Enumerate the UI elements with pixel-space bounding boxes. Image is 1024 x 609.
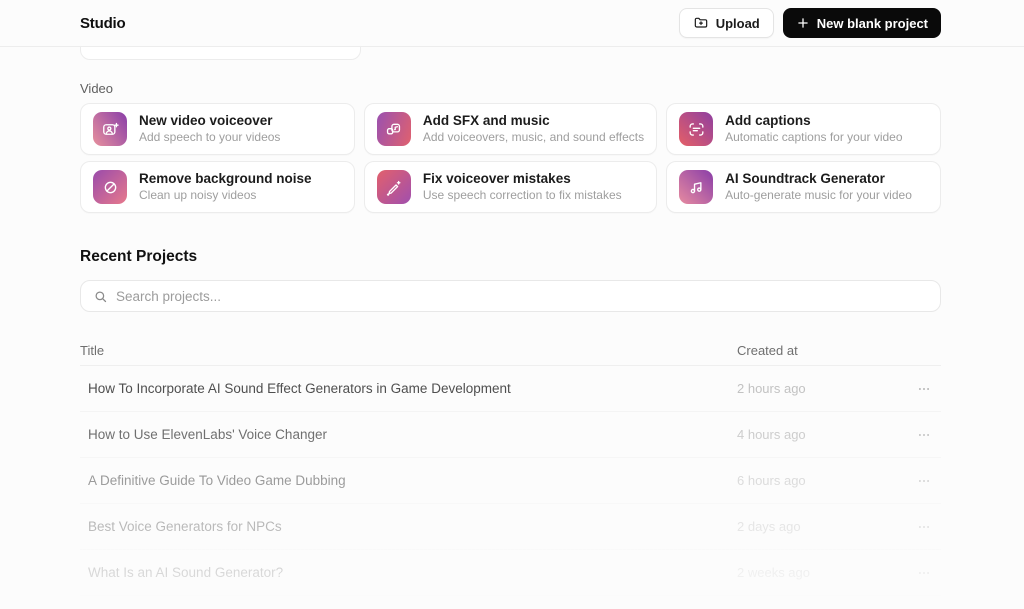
video-tool-card[interactable]: Add SFX and music Add voiceovers, music,…: [363, 103, 658, 155]
upload-button[interactable]: Upload: [678, 8, 774, 38]
new-blank-project-button[interactable]: New blank project: [782, 8, 941, 38]
upload-button-label: Upload: [715, 15, 760, 31]
noise-removal-icon: [93, 170, 127, 204]
card-title: Add SFX and music: [422, 112, 550, 128]
video-voiceover-icon: [93, 112, 127, 146]
ellipsis-icon: [918, 387, 930, 390]
project-created-at: 2 weeks ago: [737, 565, 810, 580]
projects-table: Title Created at How To Incorporate AI S…: [80, 335, 941, 596]
column-header-title: Title: [80, 342, 105, 358]
project-title: A Definitive Guide To Video Game Dubbing: [88, 473, 346, 488]
project-row[interactable]: How To Incorporate AI Sound Effect Gener…: [80, 366, 941, 412]
new-blank-project-label: New blank project: [816, 15, 928, 31]
card-title: Remove background noise: [139, 170, 312, 186]
video-cards-grid: New video voiceover Add speech to your v…: [80, 103, 941, 213]
card-subtitle: Auto-generate music for your video: [725, 187, 912, 202]
row-menu-button[interactable]: [907, 515, 931, 539]
card-subtitle: Clean up noisy videos: [139, 187, 257, 202]
project-created-at: 4 hours ago: [737, 427, 806, 442]
project-created-at: 2 hours ago: [737, 381, 806, 396]
page-title: Studio: [80, 14, 126, 32]
project-created-at: 6 hours ago: [737, 473, 806, 488]
card-subtitle: Automatic captions for your video: [725, 129, 903, 144]
soundtrack-icon: [679, 170, 714, 204]
sfx-music-icon: [376, 112, 411, 146]
column-header-created-at: Created at: [737, 342, 798, 358]
recent-projects-heading: Recent Projects: [80, 248, 198, 265]
header-actions: Upload New blank project: [678, 8, 941, 38]
card-subtitle: Add speech to your videos: [139, 129, 281, 144]
row-menu-button[interactable]: [907, 561, 931, 585]
card-title: AI Soundtrack Generator: [725, 170, 885, 186]
header: Studio Upload New blank project: [0, 0, 1024, 47]
row-menu-button[interactable]: [907, 377, 931, 401]
project-title: How to Use ElevenLabs' Voice Changer: [88, 427, 327, 442]
video-tool-card[interactable]: Add captions Automatic captions for your…: [666, 103, 941, 155]
video-tool-card[interactable]: Remove background noise Clean up noisy v…: [80, 161, 355, 213]
card-subtitle: Add voiceovers, music, and sound effects: [422, 129, 645, 144]
search-icon: [95, 291, 107, 302]
project-created-at: 2 days ago: [737, 519, 801, 534]
project-title: What Is an AI Sound Generator?: [88, 565, 284, 580]
card-title: Fix voiceover mistakes: [422, 170, 571, 186]
video-section-label: Video: [80, 81, 114, 96]
ellipsis-icon: [918, 525, 930, 528]
video-tool-card[interactable]: Fix voiceover mistakes Use speech correc…: [363, 161, 658, 213]
plus-icon: [798, 18, 808, 28]
card-title: Add captions: [725, 112, 811, 128]
project-row[interactable]: How to Use ElevenLabs' Voice Changer 4 h…: [80, 412, 941, 458]
row-menu-button[interactable]: [907, 469, 931, 493]
project-row[interactable]: A Definitive Guide To Video Game Dubbing…: [80, 458, 941, 504]
card-subtitle: Use speech correction to fix mistakes: [422, 187, 622, 202]
project-row[interactable]: What Is an AI Sound Generator? 2 weeks a…: [80, 550, 941, 596]
video-tool-card[interactable]: New video voiceover Add speech to your v…: [80, 103, 355, 155]
video-tool-card[interactable]: AI Soundtrack Generator Auto-generate mu…: [666, 161, 941, 213]
search-projects-box[interactable]: [80, 280, 941, 312]
ellipsis-icon: [918, 571, 930, 574]
upload-folder-icon: [694, 17, 707, 28]
search-input[interactable]: [116, 288, 928, 304]
captions-icon: [679, 112, 714, 146]
ellipsis-icon: [918, 479, 930, 482]
card-title: New video voiceover: [139, 112, 273, 128]
project-title: How To Incorporate AI Sound Effect Gener…: [88, 381, 511, 396]
row-menu-button[interactable]: [907, 423, 931, 447]
projects-table-body: How To Incorporate AI Sound Effect Gener…: [80, 366, 941, 596]
studio-page: Video New video voiceover Add speech to …: [0, 0, 1024, 609]
project-title: Best Voice Generators for NPCs: [88, 519, 282, 534]
voiceover-fix-icon: [376, 170, 411, 204]
ellipsis-icon: [918, 433, 930, 436]
project-row[interactable]: Best Voice Generators for NPCs 2 days ag…: [80, 504, 941, 550]
projects-table-header: Title Created at: [80, 335, 941, 366]
